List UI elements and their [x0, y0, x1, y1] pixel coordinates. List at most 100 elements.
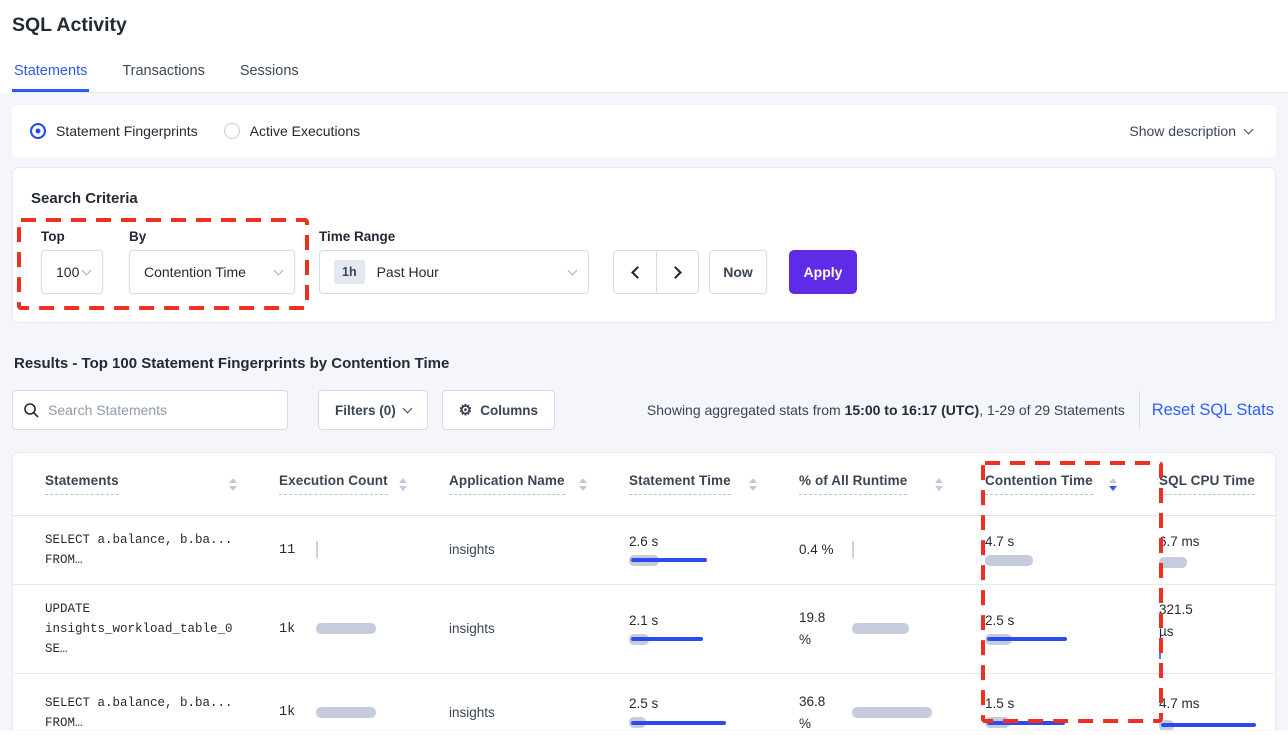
page-title: SQL Activity [12, 14, 1288, 37]
column-header-contention-time: Contention Time [969, 453, 1143, 515]
execution-count-cell: 11 [263, 543, 433, 558]
column-header-label: Contention Time [985, 473, 1093, 495]
radio-label: Active Executions [250, 123, 361, 139]
sql-cpu-time-cell: 321.5 µs [1143, 599, 1276, 659]
show-description-toggle[interactable]: Show description [1129, 123, 1252, 139]
table-header-row: Statements Execution Count Application Nam… [13, 453, 1275, 516]
metric-bar [1159, 720, 1276, 730]
application-name-cell: insights [433, 541, 613, 559]
column-header-label: Application Name [449, 473, 565, 495]
statement-search-box[interactable] [12, 390, 288, 430]
sql-cpu-time-value: 6.7 ms [1159, 531, 1211, 553]
sort-desc-icon [399, 486, 407, 491]
table-row: UPDATEinsights_workload_table_0 SE… 1k ins… [13, 585, 1275, 674]
sort-toggle[interactable] [935, 478, 943, 491]
runtime-pct-value: 19.8 % [799, 607, 840, 650]
sort-asc-icon [1109, 478, 1117, 483]
sort-asc-icon [579, 478, 587, 483]
stats-suffix: , 1-29 of 29 Statements [979, 402, 1125, 418]
runtime-pct-cell: 36.8 % [783, 691, 969, 730]
sort-toggle[interactable] [229, 478, 237, 491]
radio-active-executions[interactable]: Active Executions [224, 123, 361, 139]
metric-bar [629, 555, 749, 567]
metric-bar [985, 634, 1105, 646]
by-label: By [129, 229, 295, 244]
metric-bar-mean [631, 721, 726, 725]
metric-bar [1159, 557, 1276, 569]
table-body: SELECT a.balance, b.ba...FROM… 11 insights… [13, 516, 1275, 730]
apply-button[interactable]: Apply [789, 250, 857, 294]
metric-bar-mean [631, 558, 707, 562]
tab-statements[interactable]: Statements [12, 63, 89, 92]
toolbar-divider [1139, 391, 1140, 429]
top-label: Top [41, 229, 103, 244]
application-name-value: insights [449, 621, 495, 636]
metric-bar-total [852, 623, 909, 634]
runtime-pct-value: 0.4 % [799, 539, 840, 561]
sort-toggle[interactable] [749, 478, 757, 491]
execution-count-value: 11 [279, 543, 316, 558]
chevron-down-icon [82, 265, 92, 275]
radio-unselected-icon[interactable] [224, 123, 240, 139]
sort-desc-icon [1109, 486, 1117, 491]
statement-link[interactable]: UPDATEinsights_workload_table_0 SE… [13, 585, 263, 673]
search-statements-input[interactable] [48, 402, 277, 418]
radio-selected-icon[interactable] [30, 123, 46, 139]
tabs: Statements Transactions Sessions [12, 63, 1288, 92]
column-header-statement-time: Statement Time [613, 453, 783, 515]
statement-text-line: FROM… [45, 713, 257, 731]
now-button[interactable]: Now [709, 250, 767, 294]
metric-bar-mean [1161, 723, 1256, 727]
prev-range-button[interactable] [614, 251, 656, 293]
sort-desc-icon [579, 486, 587, 491]
time-range-value: Past Hour [377, 264, 439, 280]
chevron-down-icon [402, 403, 412, 413]
statement-link[interactable]: SELECT a.balance, b.ba...FROM… [13, 679, 263, 731]
filters-button[interactable]: Filters (0) [318, 390, 428, 430]
search-criteria-controls: Top 100 By Contention Time Time Range 1h… [31, 229, 1257, 294]
stats-prefix: Showing aggregated stats from [647, 402, 845, 418]
sort-desc-icon [935, 486, 943, 491]
filters-label: Filters (0) [335, 403, 396, 418]
sort-toggle[interactable] [399, 478, 407, 491]
sort-toggle[interactable] [579, 478, 587, 491]
execution-count-value: 1k [279, 622, 316, 637]
application-name-value: insights [449, 705, 495, 720]
execution-count-cell: 1k [263, 622, 433, 637]
top-select[interactable]: 100 [41, 250, 103, 294]
statement-link[interactable]: SELECT a.balance, b.ba...FROM… [13, 516, 263, 584]
runtime-pct-cell: 0.4 % [783, 539, 969, 561]
metric-bar-total [852, 707, 932, 718]
metric-bar [852, 707, 963, 719]
metric-bar-total [1159, 557, 1187, 568]
radio-statement-fingerprints[interactable]: Statement Fingerprints [30, 123, 198, 139]
reset-sql-stats-link[interactable]: Reset SQL Stats [1152, 401, 1276, 420]
statement-time-value: 2.5 s [629, 696, 777, 711]
tab-transactions[interactable]: Transactions [120, 63, 206, 92]
stats-summary: Showing aggregated stats from 15:00 to 1… [647, 402, 1125, 418]
column-header-label: Statements [45, 473, 119, 495]
time-range-select[interactable]: 1h Past Hour [319, 250, 589, 294]
statement-text-line: SELECT a.balance, b.ba... [45, 693, 257, 713]
statement-time-cell: 2.6 s [613, 534, 783, 567]
execution-count-value: 1k [279, 705, 316, 720]
stats-range: 15:00 to 16:17 (UTC) [845, 402, 980, 418]
show-description-label: Show description [1129, 123, 1236, 139]
sort-desc-icon [749, 486, 757, 491]
sort-asc-icon [749, 478, 757, 483]
sql-cpu-time-value: 4.7 ms [1159, 693, 1211, 715]
by-select[interactable]: Contention Time [129, 250, 295, 294]
statement-time-cell: 2.5 s [613, 696, 783, 729]
column-header-label: Execution Count [279, 473, 388, 495]
sort-toggle[interactable] [1109, 478, 1117, 491]
gear-icon: ⚙ [459, 403, 472, 418]
column-header-application-name: Application Name [433, 453, 613, 515]
next-range-button[interactable] [656, 251, 698, 293]
tab-sessions[interactable]: Sessions [238, 63, 301, 92]
by-select-value: Contention Time [144, 264, 246, 280]
now-group: Now [709, 229, 767, 294]
statement-text-line: UPDATE [45, 599, 257, 619]
search-criteria-card: Search Criteria Top 100 By Contention Ti… [12, 167, 1276, 323]
search-icon [23, 402, 40, 419]
columns-button[interactable]: ⚙ Columns [442, 390, 555, 430]
